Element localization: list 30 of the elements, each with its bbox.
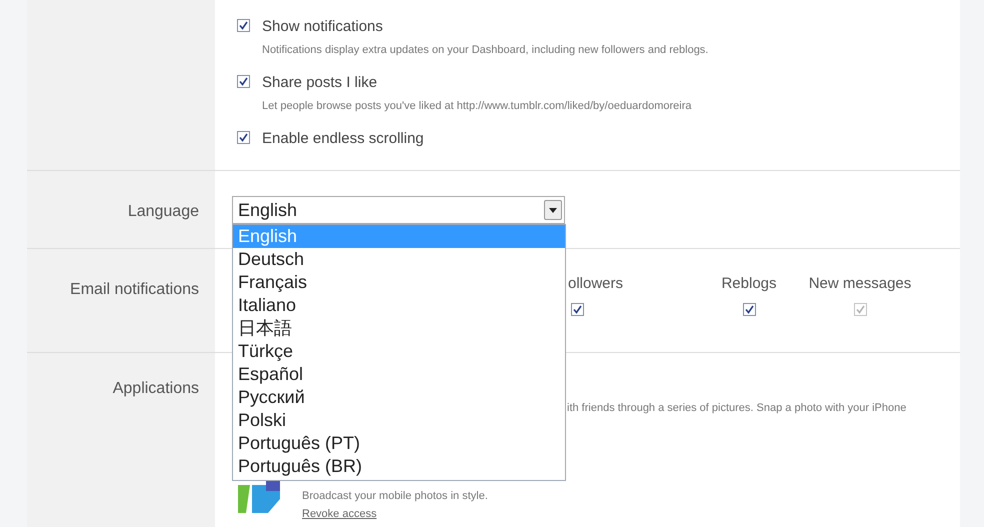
app-description: Broadcast your mobile photos in style.	[302, 488, 488, 504]
dropdown-option[interactable]: Español	[233, 363, 565, 386]
language-select[interactable]: English	[232, 196, 565, 224]
revoke-access-link[interactable]: Revoke access	[302, 506, 377, 522]
checkbox[interactable]	[237, 19, 250, 32]
dropdown-option[interactable]: Polski	[233, 409, 565, 432]
app-description: ith friends through a series of pictures. Snap a photo with your iPhone	[567, 401, 906, 416]
dropdown-option[interactable]: Français	[233, 271, 565, 294]
column-header: ollowers	[568, 274, 624, 294]
checkbox[interactable]	[742, 303, 756, 316]
section-label: Applications	[112, 379, 199, 399]
dropdown-option[interactable]: Português (PT)	[233, 432, 565, 455]
setting-description: Notifications display extra updates on your Dashboard, including new followers and reblogs.	[262, 42, 708, 58]
checkbox[interactable]	[237, 75, 250, 88]
dropdown-option[interactable]: Português (BR)	[233, 455, 565, 478]
setting-description: Let people browse posts you've liked at http://www.tumblr.com/liked/by/oeduardomoreira	[262, 98, 692, 114]
dropdown-option[interactable]: Deutsch	[233, 248, 565, 271]
checkbox[interactable]	[237, 131, 250, 144]
setting-label: Share posts I like	[262, 73, 378, 93]
dropdown-option[interactable]: Русский	[233, 386, 565, 409]
section-label: Language	[128, 202, 199, 222]
dropdown-option[interactable]: 日本語	[233, 317, 565, 340]
dropdown-option[interactable]: Türkçe	[233, 340, 565, 363]
dropdown-option[interactable]: Italiano	[233, 294, 565, 317]
column-header: Reblogs	[721, 274, 777, 294]
setting-label: Enable endless scrolling	[262, 129, 424, 149]
section-label: Email notifications	[70, 280, 199, 300]
setting-label: Show notifications	[262, 17, 384, 37]
column-header: New messages	[808, 274, 912, 294]
checkbox[interactable]	[571, 303, 584, 316]
